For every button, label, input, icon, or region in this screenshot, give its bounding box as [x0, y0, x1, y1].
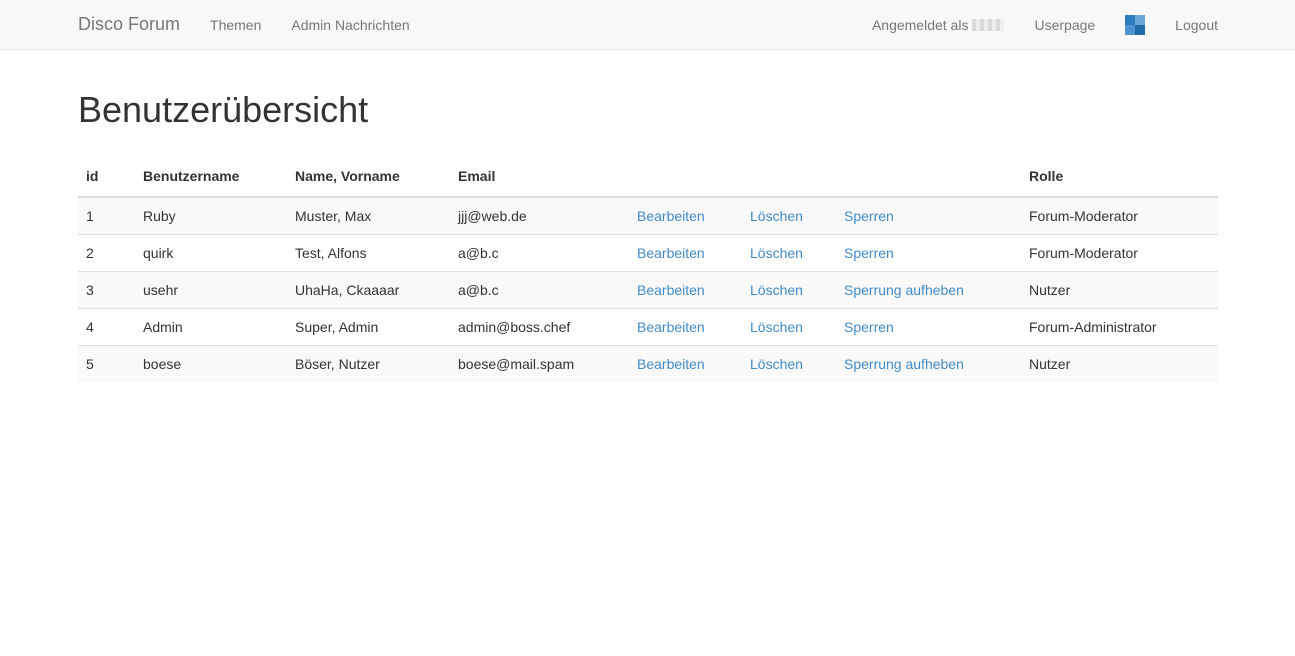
- cell-name: Böser, Nutzer: [287, 345, 450, 382]
- edit-link[interactable]: Bearbeiten: [637, 356, 705, 372]
- cell-username: Admin: [135, 308, 287, 346]
- cell-edit: Bearbeiten: [629, 197, 742, 235]
- cell-name: Test, Alfons: [287, 234, 450, 272]
- logout-link[interactable]: Logout: [1175, 17, 1218, 33]
- cell-role: Nutzer: [1021, 345, 1218, 382]
- block-link[interactable]: Sperren: [844, 245, 894, 261]
- cell-delete: Löschen: [742, 308, 836, 346]
- table-row: 2 quirk Test, Alfons a@b.c Bearbeiten Lö…: [78, 234, 1218, 272]
- header-id: id: [78, 156, 135, 198]
- cell-block: Sperrung aufheben: [836, 271, 1021, 309]
- cell-block: Sperren: [836, 308, 1021, 346]
- header-email: Email: [450, 156, 629, 198]
- cell-role: Forum-Administrator: [1021, 308, 1218, 346]
- delete-link[interactable]: Löschen: [750, 319, 803, 335]
- navbar: Disco Forum Themen Admin Nachrichten Ang…: [0, 0, 1295, 50]
- edit-link[interactable]: Bearbeiten: [637, 208, 705, 224]
- table-row: 3 usehr UhaHa, Ckaaaar a@b.c Bearbeiten …: [78, 271, 1218, 309]
- cell-block: Sperren: [836, 197, 1021, 235]
- cell-edit: Bearbeiten: [629, 234, 742, 272]
- edit-link[interactable]: Bearbeiten: [637, 245, 705, 261]
- cell-delete: Löschen: [742, 197, 836, 235]
- header-edit-empty: [629, 156, 742, 198]
- unblock-link[interactable]: Sperrung aufheben: [844, 282, 964, 298]
- cell-name: Muster, Max: [295, 208, 372, 224]
- delete-link[interactable]: Löschen: [750, 356, 803, 372]
- page-title: Benutzerübersicht: [78, 89, 369, 130]
- nav-link-admin-nachrichten[interactable]: Admin Nachrichten: [291, 17, 409, 33]
- delete-link[interactable]: Löschen: [750, 245, 803, 261]
- header-block-empty: [836, 156, 1021, 198]
- nav-left: Disco Forum Themen Admin Nachrichten: [78, 0, 440, 49]
- table-row: 4 Admin Super, Admin admin@boss.chef Bea…: [78, 308, 1218, 346]
- block-link[interactable]: Sperren: [844, 208, 894, 224]
- nav-right: Angemeldet als Userpage Logout: [872, 0, 1218, 49]
- cell-username: usehr: [135, 271, 287, 309]
- navbar-inner: Disco Forum Themen Admin Nachrichten Ang…: [78, 0, 1218, 49]
- cell-role: Forum-Moderator: [1029, 208, 1138, 224]
- cell-id: 2: [78, 234, 135, 272]
- unblock-link[interactable]: Sperrung aufheben: [844, 356, 964, 372]
- cell-id: 5: [78, 345, 135, 382]
- main-container: Benutzerübersicht id Benutzername Name, …: [78, 50, 1218, 382]
- nav-link-themen[interactable]: Themen: [210, 17, 261, 33]
- header-role: Rolle: [1021, 156, 1218, 198]
- cell-email: boese@mail.spam: [450, 345, 629, 382]
- logged-in-label: Angemeldet als: [871, 16, 969, 33]
- delete-link[interactable]: Löschen: [750, 208, 803, 224]
- cell-edit: Bearbeiten: [629, 271, 742, 309]
- users-table: id Benutzername Name, Vorname Email Roll…: [78, 156, 1218, 382]
- cell-id: 1: [86, 208, 94, 224]
- masked-username: [972, 18, 1005, 31]
- cell-email: jjj@web.de: [458, 208, 527, 224]
- cell-id: 3: [78, 271, 135, 309]
- delete-link[interactable]: Löschen: [750, 282, 803, 298]
- cell-delete: Löschen: [742, 345, 836, 382]
- cell-name: UhaHa, Ckaaaar: [287, 271, 450, 309]
- cell-edit: Bearbeiten: [629, 345, 742, 382]
- cell-username: Ruby: [143, 208, 176, 224]
- cell-block: Sperren: [836, 234, 1021, 272]
- edit-link[interactable]: Bearbeiten: [637, 282, 705, 298]
- logged-in-status: Angemeldet als: [872, 17, 1005, 33]
- cell-role: Nutzer: [1021, 271, 1218, 309]
- cell-edit: Bearbeiten: [629, 308, 742, 346]
- block-link[interactable]: Sperren: [844, 319, 894, 335]
- cell-id: 4: [78, 308, 135, 346]
- user-avatar-icon[interactable]: [1125, 14, 1146, 35]
- header-username: Benutzername: [135, 156, 287, 198]
- table-row: 1 Ruby Muster, Max jjj@web.de Bearbeiten…: [78, 197, 1218, 235]
- cell-role: Forum-Moderator: [1021, 234, 1218, 272]
- cell-delete: Löschen: [742, 271, 836, 309]
- cell-username: boese: [135, 345, 287, 382]
- cell-name: Super, Admin: [287, 308, 450, 346]
- cell-delete: Löschen: [742, 234, 836, 272]
- userpage-link[interactable]: Userpage: [1034, 17, 1095, 33]
- header-delete-empty: [742, 156, 836, 198]
- cell-block: Sperrung aufheben: [836, 345, 1021, 382]
- cell-username: quirk: [135, 234, 287, 272]
- brand-link[interactable]: Disco Forum: [78, 14, 180, 35]
- edit-link[interactable]: Bearbeiten: [637, 319, 705, 335]
- cell-email: admin@boss.chef: [450, 308, 629, 346]
- cell-email: a@b.c: [450, 234, 629, 272]
- table-header-row: id Benutzername Name, Vorname Email Roll…: [78, 156, 1218, 198]
- table-row: 5 boese Böser, Nutzer boese@mail.spam Be…: [78, 345, 1218, 382]
- header-name: Name, Vorname: [287, 156, 450, 198]
- cell-email: a@b.c: [450, 271, 629, 309]
